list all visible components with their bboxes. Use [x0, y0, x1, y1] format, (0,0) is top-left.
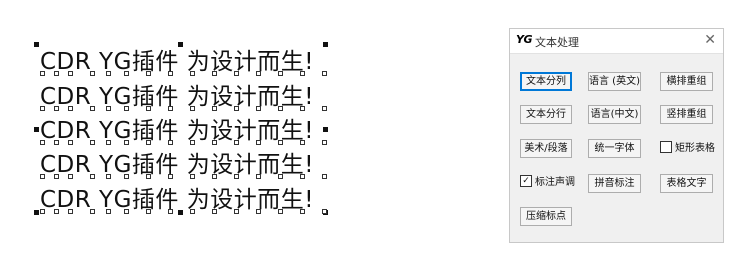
selection-handle-top-left[interactable]: [34, 42, 39, 47]
horizontal-regroup-button[interactable]: 横排重组: [660, 72, 713, 91]
text-node: [322, 106, 327, 111]
vertical-regroup-button[interactable]: 竖排重组: [660, 105, 713, 124]
rect-table-checkbox-label: 矩形表格: [675, 143, 715, 154]
language-english-button[interactable]: 语言 (英文): [588, 72, 641, 91]
panel-titlebar[interactable]: YG 文本处理 ✕: [510, 29, 723, 54]
selection-handle-middle-left[interactable]: [34, 127, 39, 132]
text-split-row-button[interactable]: 文本分行: [520, 105, 572, 124]
text-node: [322, 71, 327, 76]
rect-table-checkbox-box[interactable]: [660, 141, 672, 153]
rect-table-checkbox[interactable]: 矩形表格: [660, 141, 715, 157]
unify-font-button[interactable]: 统一字体: [588, 139, 641, 158]
text-processing-panel: YG 文本处理 ✕ 文本分列 语言 (英文) 横排重组 文本分行 语言(中文) …: [509, 28, 724, 243]
selection-handle-top-center[interactable]: [178, 42, 183, 47]
canvas-text-line-2[interactable]: CDR YG插件 为设计而生!: [40, 83, 314, 111]
language-chinese-button[interactable]: 语言(中文): [588, 105, 641, 124]
mark-tone-checkbox-label: 标注声调: [535, 177, 575, 188]
canvas-text-line-5[interactable]: CDR YG插件 为设计而生!: [40, 186, 314, 214]
pinyin-annotate-button[interactable]: 拼音标注: [588, 174, 641, 193]
compress-punctuation-button[interactable]: 压缩标点: [520, 207, 572, 226]
canvas-text-line-1[interactable]: CDR YG插件 为设计而生!: [40, 48, 314, 76]
selection-handle-bottom-right[interactable]: [323, 210, 328, 215]
mark-tone-checkbox-box[interactable]: ✓: [520, 175, 532, 187]
selection-handle-middle-right[interactable]: [323, 127, 328, 132]
canvas-text-line-4[interactable]: CDR YG插件 为设计而生!: [40, 151, 314, 179]
text-split-column-button[interactable]: 文本分列: [520, 72, 572, 91]
selection-handle-bottom-left[interactable]: [34, 210, 39, 215]
table-text-button[interactable]: 表格文字: [660, 174, 713, 193]
art-paragraph-button[interactable]: 美术/段落: [520, 139, 572, 158]
panel-title: 文本处理: [535, 36, 579, 49]
text-node: [322, 140, 327, 145]
yg-logo-icon: YG: [516, 33, 533, 46]
close-icon[interactable]: ✕: [704, 32, 716, 48]
text-node: [322, 174, 327, 179]
canvas-text-line-3[interactable]: CDR YG插件 为设计而生!: [40, 117, 314, 145]
mark-tone-checkbox[interactable]: ✓ 标注声调: [520, 175, 575, 191]
selection-handle-top-right[interactable]: [323, 42, 328, 47]
canvas-area[interactable]: CDR YG插件 为设计而生! CDR YG插件 为设计而生! CDR YG插件…: [0, 0, 500, 265]
selection-handle-bottom-center[interactable]: [178, 210, 183, 215]
